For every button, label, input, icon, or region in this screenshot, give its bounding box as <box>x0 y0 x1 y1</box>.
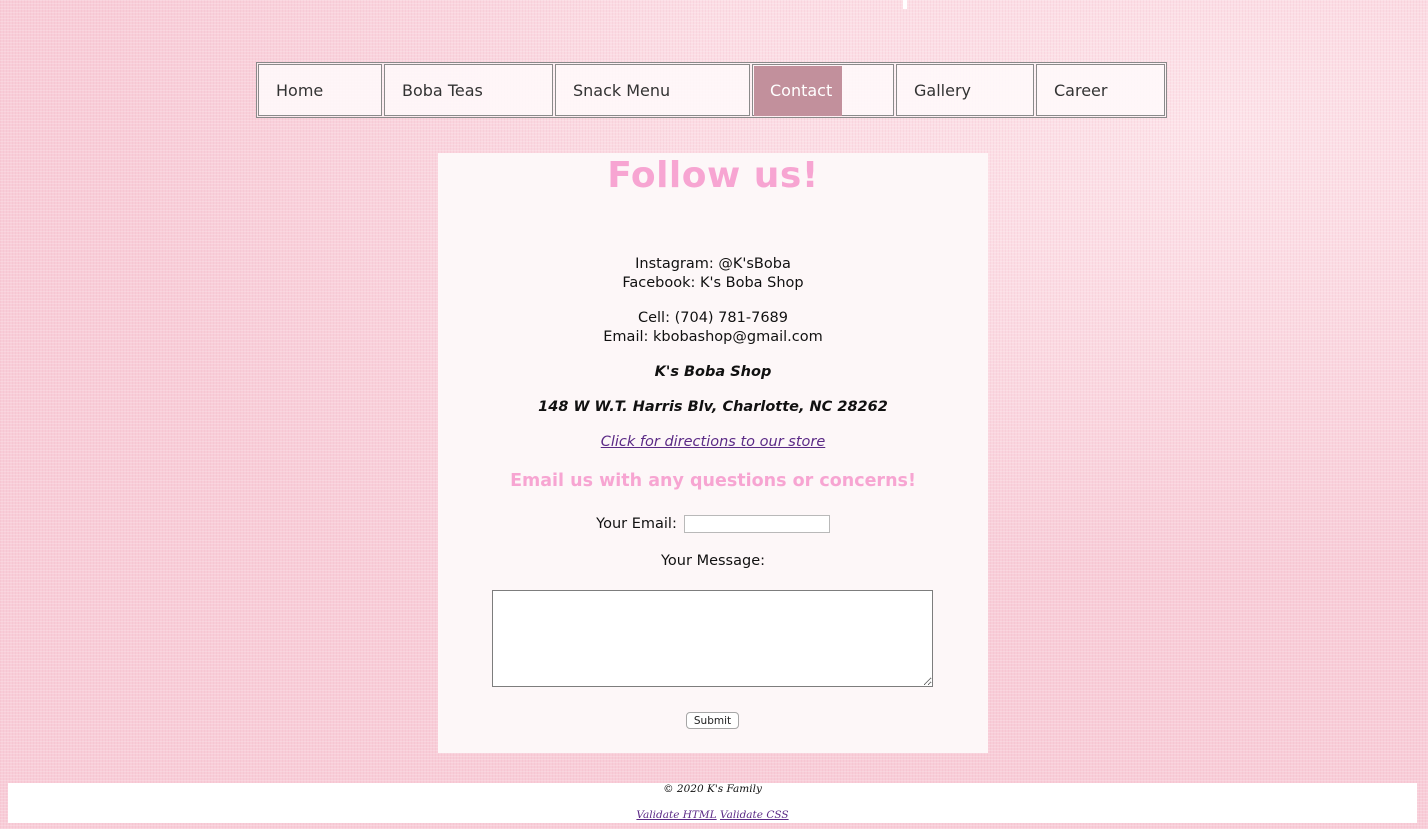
directions-link-row: Click for directions to our store <box>438 433 988 452</box>
nav-item-snack-menu[interactable]: Snack Menu <box>555 64 750 116</box>
shop-address: 148 W W.T. Harris Blv, Charlotte, NC 282… <box>538 399 888 415</box>
email-label: Your Email: <box>596 516 677 532</box>
nav-item-contact[interactable]: Contact <box>752 64 894 116</box>
footer: © 2020 K's Family Validate HTML Validate… <box>8 783 1417 823</box>
cell-phone: Cell: (704) 781-7689 <box>637 310 788 326</box>
submit-button[interactable]: Submit <box>686 712 739 729</box>
email-form-heading: Email us with any questions or concerns! <box>510 471 916 491</box>
nav-item-label: Gallery <box>914 80 971 100</box>
shop-name: K's Boba Shop <box>654 364 772 380</box>
validate-css-link[interactable]: Validate CSS <box>720 809 789 821</box>
instagram-handle: Instagram: @K'sBoba <box>635 256 791 272</box>
contact-email: Email: kbobashop@gmail.com <box>603 329 823 345</box>
nav-item-home[interactable]: Home <box>258 64 382 116</box>
page-title: Follow us! <box>607 155 819 196</box>
nav-item-boba-teas[interactable]: Boba Teas <box>384 64 553 116</box>
email-input[interactable] <box>683 515 830 533</box>
nav-item-label: Snack Menu <box>573 80 671 100</box>
validate-html-link[interactable]: Validate HTML <box>636 809 716 821</box>
top-decoration <box>903 0 907 9</box>
message-label: Your Message: <box>661 553 765 569</box>
copyright: © 2020 K's Family <box>663 783 762 795</box>
nav-item-label: Home <box>276 80 324 100</box>
contact-card: Follow us! Instagram: @K'sBoba Facebook:… <box>438 153 988 753</box>
email-row: Your Email: <box>438 515 988 533</box>
message-textarea[interactable] <box>492 590 933 687</box>
nav-item-career[interactable]: Career <box>1036 64 1165 116</box>
main-navigation: Home Boba Teas Snack Menu Contact Galler… <box>256 62 1167 118</box>
nav-item-gallery[interactable]: Gallery <box>896 64 1034 116</box>
nav-item-label: Boba Teas <box>402 80 483 100</box>
directions-link[interactable]: Click for directions to our store <box>601 434 826 450</box>
validator-links: Validate HTML Validate CSS <box>8 809 1417 821</box>
nav-item-label: Contact <box>770 80 833 100</box>
facebook-page: Facebook: K's Boba Shop <box>622 275 804 291</box>
nav-item-label: Career <box>1054 80 1108 100</box>
